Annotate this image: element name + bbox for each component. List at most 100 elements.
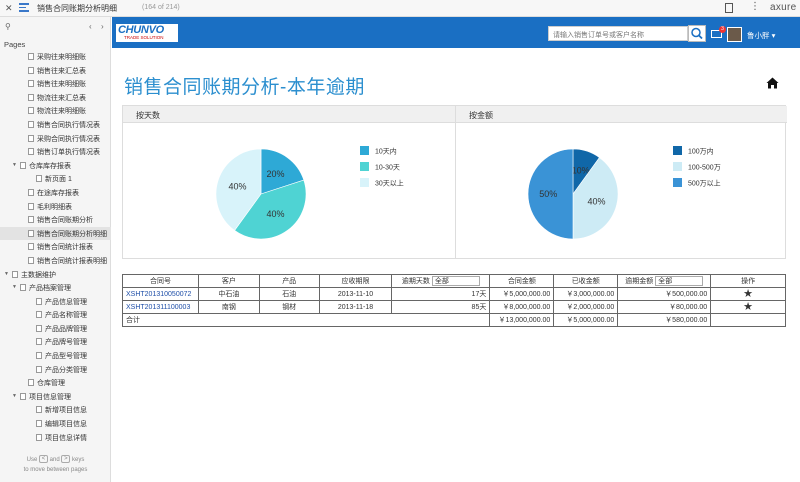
sidebar-item[interactable]: 项目信息详情: [0, 431, 111, 445]
next-page-icon[interactable]: ›: [101, 22, 104, 31]
sidebar-item[interactable]: 产品品牌管理: [0, 322, 111, 336]
sidebar-item[interactable]: 产品牌号管理: [0, 335, 111, 349]
sidebar-item[interactable]: 物流往来汇总表: [0, 91, 111, 105]
overdue-amount-cell: ￥80,000.00: [617, 300, 712, 314]
more-icon[interactable]: ⋮: [750, 1, 760, 13]
expand-arrow-icon[interactable]: ▼: [4, 271, 9, 277]
sidebar-item-label: 产品档案管理: [29, 285, 71, 293]
prev-page-icon[interactable]: ‹: [89, 22, 92, 31]
notes-icon[interactable]: [725, 3, 733, 13]
sidebar-item[interactable]: 销售订单执行情况表: [0, 145, 111, 159]
sidebar-item-label: 仓库管理: [37, 380, 65, 388]
avatar[interactable]: [727, 27, 742, 42]
amount-filter-select[interactable]: 全部: [655, 276, 704, 287]
sidebar-item-label: 采购合同执行情况表: [37, 135, 100, 143]
legend-swatch: [360, 162, 369, 171]
slice-label: 20%: [267, 169, 285, 179]
sidebar-item[interactable]: 采购合同执行情况表: [0, 132, 111, 146]
sidebar-item[interactable]: 物流往来明细账: [0, 104, 111, 118]
page-icon: [28, 188, 34, 196]
sidebar-item[interactable]: 产品名称管理: [0, 308, 111, 322]
page-icon: [36, 406, 42, 414]
expand-arrow-icon[interactable]: ▼: [12, 393, 17, 399]
total-received: ￥5,000,000.00: [553, 313, 619, 327]
page-icon: [36, 175, 42, 183]
contract-no-link[interactable]: XSHT201310050072: [122, 287, 199, 301]
contract-amount-cell: ￥5,000,000.00: [489, 287, 555, 301]
sidebar-item[interactable]: ▼ 主数据维护: [0, 268, 111, 282]
sidebar-item[interactable]: 销售合同统计报表: [0, 240, 111, 254]
legend-label: 10天内: [375, 147, 397, 156]
col-overdue-amount: 逾期金额 全部: [617, 274, 712, 288]
charts-panel: 按天数 20% 40% 40% 10天内 10-30天 30天以上 按金额 10% 40% 5…: [122, 105, 787, 259]
sidebar-item[interactable]: 编辑项目信息: [0, 417, 111, 431]
sidebar-item-label: 销售合同执行情况表: [37, 121, 100, 129]
sidebar-item-label: 在途库存报表: [37, 189, 79, 197]
amount-chart-panel: 按金额 10% 40% 50% 100万内 100-500万 500万以上: [455, 106, 787, 258]
sidebar-item[interactable]: 采购往来明细账: [0, 50, 111, 64]
page-icon: [36, 420, 42, 428]
company-logo[interactable]: CHUNVO TRADE SOLUTION: [116, 24, 178, 42]
page-icon: [36, 324, 42, 332]
days-filter-select[interactable]: 全部: [431, 276, 480, 287]
sidebar-item[interactable]: 在途库存报表: [0, 186, 111, 200]
sidebar-item[interactable]: 新页面 1: [0, 172, 111, 186]
sidebar-item[interactable]: 销售合同账期分析明细: [0, 226, 111, 241]
star-icon[interactable]: ★: [743, 301, 753, 313]
sidebar-item-label: 产品名称管理: [45, 312, 87, 320]
sidebar-item[interactable]: 仓库管理: [0, 376, 111, 390]
sidebar-item-label: 新增项目信息: [45, 407, 87, 415]
col-product: 产品: [258, 274, 320, 288]
home-icon[interactable]: [766, 77, 779, 89]
sidebar-item[interactable]: 销售合同统计报表明细: [0, 254, 111, 268]
sidebar-item-label: 物流往来汇总表: [37, 94, 86, 102]
table-row: XSHT201310050072 中石油 石油 2013-11-10 17天 ￥…: [122, 287, 786, 301]
sidebar-item[interactable]: 销售往来汇总表: [0, 64, 111, 78]
sidebar-item[interactable]: ▼ 项目信息管理: [0, 390, 111, 404]
sidebar-item[interactable]: 销售合同执行情况表: [0, 118, 111, 132]
received-cell: ￥2,000,000.00: [553, 300, 619, 314]
page-icon: [28, 216, 34, 224]
page-icon: [36, 352, 42, 360]
search-button[interactable]: [688, 25, 706, 42]
page-icon: [28, 243, 34, 251]
sidebar-item[interactable]: ▼ 产品档案管理: [0, 281, 111, 295]
col-overdue-days: 逾期天数 全部: [391, 274, 491, 288]
contract-amount-cell: ￥8,000,000.00: [489, 300, 555, 314]
page-icon: [36, 365, 42, 373]
contract-no-link[interactable]: XSHT201311100003: [122, 300, 199, 314]
total-contract-amount: ￥13,000,000.00: [489, 313, 555, 327]
sidebar-item[interactable]: 新增项目信息: [0, 403, 111, 417]
sidebar-item[interactable]: 产品信息管理: [0, 295, 111, 309]
page-icon: [28, 229, 34, 237]
sidebar-item-label: 编辑项目信息: [45, 421, 87, 429]
sidebar-item[interactable]: 销售往来明细账: [0, 77, 111, 91]
expand-arrow-icon[interactable]: ▼: [12, 162, 17, 168]
menu-icon[interactable]: [19, 3, 29, 12]
user-menu[interactable]: 鲁小胖 ▾: [747, 30, 775, 41]
sidebar-item-label: 物流往来明细账: [37, 108, 86, 116]
sidebar-item-label: 销售往来汇总表: [37, 67, 86, 75]
sidebar-item-label: 毛利明细表: [37, 203, 72, 211]
search-input[interactable]: 请输入销售订单号或客户名称: [548, 26, 688, 41]
sidebar-item[interactable]: 毛利明细表: [0, 200, 111, 214]
pages-sidebar: ⚲ ‹ › Pages 采购往来明细账 销售往来汇总表 销售往来明细账 物流往来汇总表…: [0, 17, 111, 482]
sidebar-item-label: 项目信息详情: [45, 434, 87, 442]
axure-logo: axure: [770, 2, 797, 13]
sidebar-item-label: 产品分类管理: [45, 366, 87, 374]
sidebar-item[interactable]: 产品分类管理: [0, 363, 111, 377]
star-icon[interactable]: ★: [743, 288, 753, 300]
expand-arrow-icon[interactable]: ▼: [12, 284, 17, 290]
search-icon: [691, 27, 703, 40]
sidebar-item[interactable]: 销售合同账期分析: [0, 213, 111, 227]
close-icon[interactable]: ✕: [5, 3, 13, 14]
page-icon: [28, 107, 34, 115]
sidebar-item[interactable]: 产品型号管理: [0, 349, 111, 363]
product-cell: 钢材: [258, 300, 320, 314]
overdue-amount-cell: ￥500,000.00: [617, 287, 712, 301]
folder-icon: [20, 161, 26, 169]
legend-swatch: [360, 146, 369, 155]
page-count: (164 of 214): [142, 4, 180, 11]
search-icon[interactable]: ⚲: [5, 22, 11, 31]
sidebar-item[interactable]: ▼ 仓库库存报表: [0, 159, 111, 173]
